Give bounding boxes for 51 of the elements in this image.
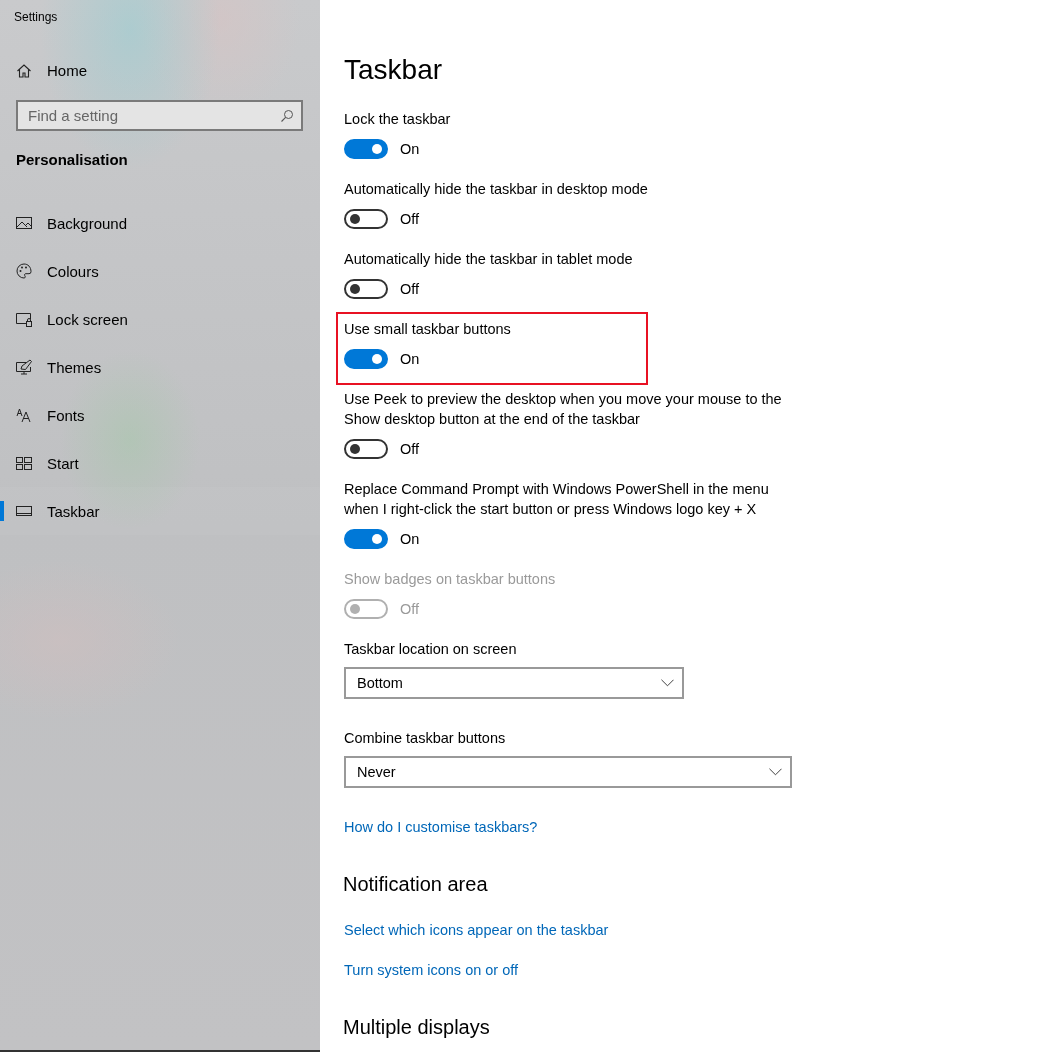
section-heading: Personalisation — [16, 151, 129, 168]
section-heading: Notification area — [343, 872, 489, 897]
tiles-icon — [16, 455, 32, 471]
setting-label: Automatically hide the taskbar in desktop mode — [344, 180, 648, 199]
picture-frame-icon — [16, 215, 32, 231]
nav-item[interactable]: Fonts — [0, 391, 320, 439]
fonts-icon — [16, 407, 32, 423]
toggle-state: On — [400, 351, 420, 367]
chevron-down-icon — [661, 679, 674, 687]
toggle-state: Off — [400, 441, 420, 457]
setting-label: Combine taskbar buttons — [344, 729, 507, 748]
taskbar-icon — [16, 503, 32, 519]
toggle-state: Off — [400, 601, 420, 617]
toggle-switch[interactable] — [344, 279, 388, 299]
setting-label: Taskbar location on screen — [344, 640, 518, 659]
search-icon — [280, 109, 294, 123]
chevron-down-icon — [769, 768, 782, 776]
link[interactable]: Select which icons appear on the taskbar — [344, 922, 609, 938]
lock-screen-icon — [16, 311, 32, 327]
dropdown[interactable]: Bottom — [344, 667, 684, 699]
dropdown[interactable]: Never — [344, 756, 792, 788]
setting-label: Lock the taskbar — [344, 110, 451, 129]
toggle-state: On — [400, 531, 420, 547]
nav-item[interactable]: Colours — [0, 247, 320, 295]
nav-item[interactable]: Start — [0, 439, 320, 487]
home-icon — [16, 62, 32, 79]
section-heading: Multiple displays — [343, 1015, 491, 1040]
link[interactable]: How do I customise taskbars? — [344, 819, 538, 835]
home-link[interactable]: Home — [16, 62, 87, 79]
toggle-state: Off — [400, 281, 420, 297]
page-title: Taskbar — [344, 53, 444, 87]
palette-icon — [16, 263, 32, 279]
toggle-switch[interactable] — [344, 529, 388, 549]
link[interactable]: Turn system icons on or off — [344, 962, 519, 978]
setting-label: Automatically hide the taskbar in tablet mode — [344, 250, 633, 269]
setting-label: Show badges on taskbar buttons — [344, 570, 556, 589]
toggle-switch[interactable] — [344, 209, 388, 229]
nav-item[interactable]: Background — [0, 199, 320, 247]
nav-item[interactable]: Lock screen — [0, 295, 320, 343]
setting-label: Replace Command Prompt with Windows PowerShell in the menu when I right-click the start button or press Windows logo key + X — [344, 480, 770, 519]
toggle-switch[interactable] — [344, 139, 388, 159]
toggle-switch[interactable] — [344, 439, 388, 459]
themes-icon — [16, 359, 32, 375]
toggle-state: On — [400, 141, 420, 157]
search-field[interactable]: Find a setting — [16, 100, 303, 131]
nav-item[interactable]: Themes — [0, 343, 320, 391]
toggle-switch[interactable] — [344, 349, 388, 369]
setting-label: Use Peek to preview the desktop when you move your mouse to the Show desktop button at the end of the taskbar — [344, 390, 783, 429]
toggle-state: Off — [400, 211, 420, 227]
setting-label: Use small taskbar buttons — [344, 320, 512, 339]
window-title: Settings — [13, 9, 59, 26]
